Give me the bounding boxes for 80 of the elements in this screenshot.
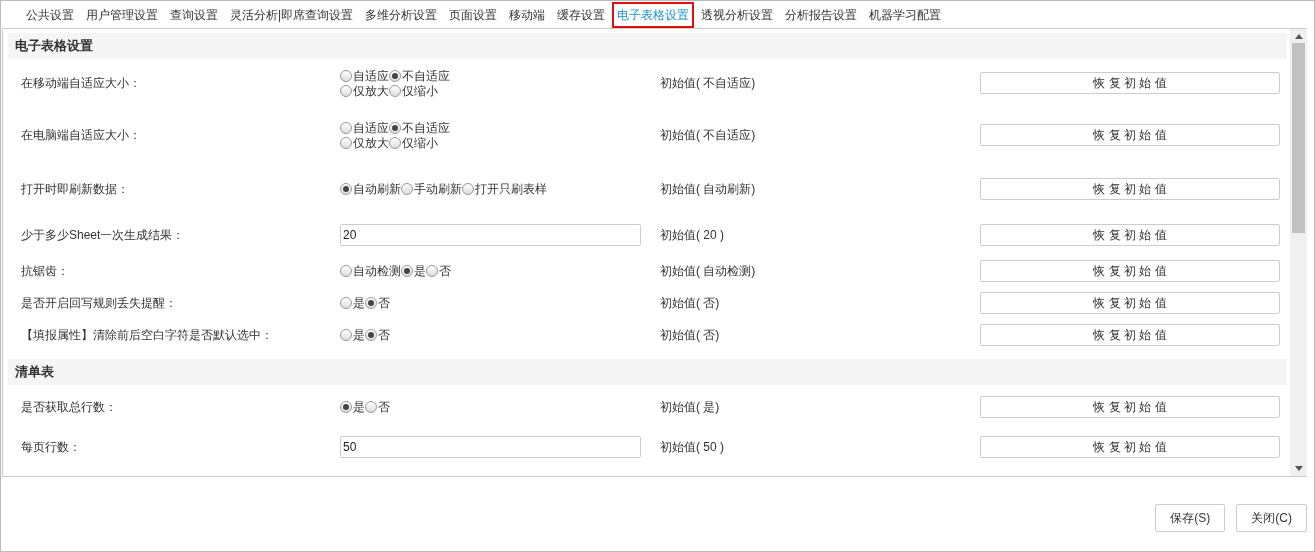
radio-button[interactable]: [389, 69, 401, 82]
section-header: 清单表: [8, 359, 1287, 385]
settings-tab[interactable]: 缓存设置: [552, 1, 611, 28]
radio-button[interactable]: [340, 69, 352, 82]
reset-button[interactable]: 恢 复 初 始 值: [980, 124, 1280, 146]
setting-label: 抗锯齿：: [20, 263, 70, 280]
radio-button[interactable]: [340, 136, 352, 149]
radio-button[interactable]: [340, 329, 352, 341]
settings-tab[interactable]: 电子表格设置: [612, 1, 695, 28]
radio-button[interactable]: [340, 183, 352, 195]
settings-tab[interactable]: 多维分析设置: [360, 1, 443, 28]
radio-button[interactable]: [365, 401, 377, 413]
setting-label: 打开时即刷新数据：: [20, 181, 130, 198]
initial-value-text: 初始值( 自动刷新): [660, 181, 757, 198]
text-input-field[interactable]: 20: [340, 224, 641, 246]
radio-option[interactable]: 否: [365, 326, 390, 344]
initial-value-text: 初始值( 不自适应): [660, 75, 757, 92]
reset-button[interactable]: 恢 复 初 始 值: [980, 224, 1280, 246]
settings-tab[interactable]: 透视分析设置: [696, 1, 779, 28]
radio-button[interactable]: [401, 265, 413, 277]
section-header: 电子表格设置: [8, 33, 1287, 59]
text-input-field[interactable]: 50: [340, 436, 641, 458]
initial-value-text: 初始值( 否): [660, 295, 721, 312]
setting-label: 是否开启回写规则丢失提醒：: [20, 295, 178, 312]
initial-value-text: 初始值( 20 ): [660, 227, 725, 244]
setting-label: 在电脑端自适应大小：: [20, 127, 142, 144]
setting-label: 在移动端自适应大小：: [20, 75, 142, 92]
initial-value-text: 初始值( 50 ): [660, 439, 725, 456]
reset-button[interactable]: 恢 复 初 始 值: [980, 436, 1280, 458]
radio-option[interactable]: 打开只刷表样: [462, 180, 547, 198]
radio-option[interactable]: 是: [401, 262, 426, 280]
radio-option[interactable]: 手动刷新: [401, 180, 462, 198]
reset-button[interactable]: 恢 复 初 始 值: [980, 292, 1280, 314]
radio-button[interactable]: [389, 84, 401, 97]
radio-button[interactable]: [365, 297, 377, 309]
radio-option[interactable]: 是: [340, 398, 365, 416]
radio-option[interactable]: 是: [340, 326, 365, 344]
radio-option[interactable]: 自动刷新: [340, 180, 401, 198]
scrollbar[interactable]: [1290, 29, 1307, 476]
reset-button[interactable]: 恢 复 初 始 值: [980, 324, 1280, 346]
setting-label: 【填报属性】清除前后空白字符是否默认选中：: [20, 327, 274, 344]
settings-tab[interactable]: 灵活分析|即席查询设置: [225, 1, 359, 28]
settings-tab[interactable]: 移动端: [504, 1, 551, 28]
radio-button[interactable]: [462, 183, 474, 195]
radio-button[interactable]: [389, 121, 401, 134]
setting-label: 少于多少Sheet一次生成结果：: [20, 227, 186, 244]
settings-tab[interactable]: 页面设置: [444, 1, 503, 28]
radio-button[interactable]: [340, 84, 352, 97]
radio-button[interactable]: [426, 265, 438, 277]
scroll-down-icon[interactable]: [1294, 466, 1303, 471]
reset-button[interactable]: 恢 复 初 始 值: [980, 72, 1280, 94]
scrollbar-thumb[interactable]: [1292, 43, 1305, 233]
footer-button[interactable]: 保存(S): [1155, 504, 1226, 532]
footer-button[interactable]: 关闭(C): [1236, 504, 1307, 532]
settings-tab[interactable]: 机器学习配置: [864, 1, 947, 28]
initial-value-text: 初始值( 不自适应): [660, 127, 757, 144]
settings-tab[interactable]: 查询设置: [165, 1, 223, 28]
radio-option[interactable]: 自动检测: [340, 262, 401, 280]
radio-button[interactable]: [365, 329, 377, 341]
initial-value-text: 初始值( 是): [660, 399, 721, 416]
radio-option[interactable]: 否: [426, 262, 451, 280]
settings-tab[interactable]: 公共设置: [21, 1, 79, 28]
settings-tab[interactable]: 用户管理设置: [81, 1, 163, 28]
radio-button[interactable]: [401, 183, 413, 195]
initial-value-text: 初始值( 自动检测): [660, 263, 757, 280]
radio-button[interactable]: [340, 297, 352, 309]
radio-option[interactable]: 是: [340, 294, 365, 312]
initial-value-text: 初始值( 否): [660, 327, 721, 344]
setting-label: 是否获取总行数：: [20, 399, 118, 416]
radio-option[interactable]: 否: [365, 398, 390, 416]
radio-option[interactable]: 否: [365, 294, 390, 312]
reset-button[interactable]: 恢 复 初 始 值: [980, 260, 1280, 282]
radio-button[interactable]: [389, 136, 401, 149]
setting-label: 每页行数：: [20, 439, 82, 456]
reset-button[interactable]: 恢 复 初 始 值: [980, 178, 1280, 200]
settings-tab[interactable]: 分析报告设置: [780, 1, 863, 28]
radio-button[interactable]: [340, 401, 352, 413]
reset-button[interactable]: 恢 复 初 始 值: [980, 396, 1280, 418]
radio-button[interactable]: [340, 265, 352, 277]
radio-button[interactable]: [340, 121, 352, 134]
